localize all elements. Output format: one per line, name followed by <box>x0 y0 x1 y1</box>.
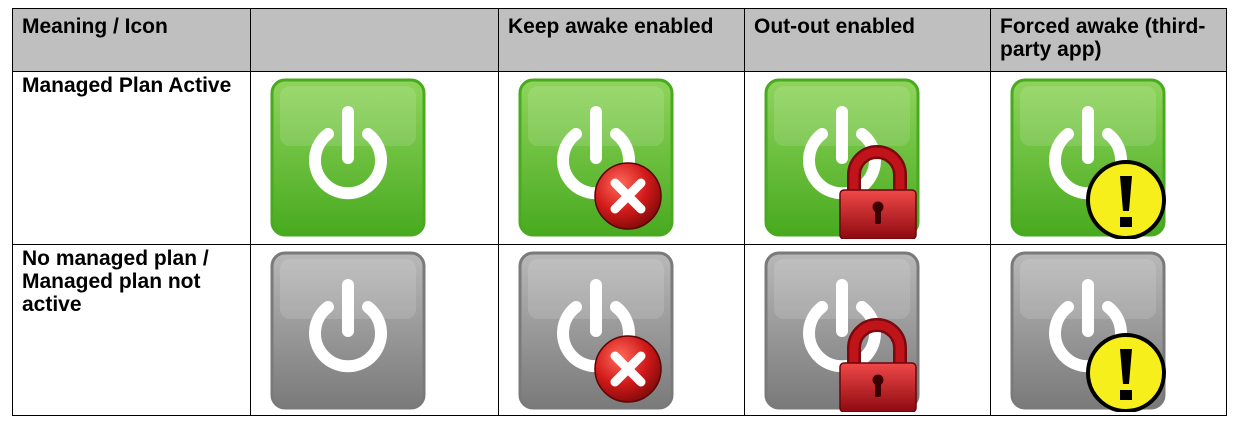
power-grey-lock-icon <box>764 251 920 412</box>
icon-cell <box>498 71 745 245</box>
legend-table: Meaning / Icon Keep awake enabled Out-ou… <box>12 8 1227 416</box>
icon-cell <box>990 71 1227 245</box>
header-blank <box>251 9 498 15</box>
row-label-managed-active: Managed Plan Active <box>22 74 232 97</box>
icon-cell <box>250 244 499 416</box>
icon-cell <box>250 71 499 245</box>
row-label-cell: Managed Plan Active <box>12 71 251 245</box>
icon-cell <box>990 244 1227 416</box>
header-forced-awake: Forced awake (third-party app) <box>1000 15 1206 61</box>
table-row-managed-active: Managed Plan Active <box>12 71 1227 245</box>
header-keep-awake: Keep awake enabled <box>508 15 714 38</box>
header-cell <box>250 8 499 72</box>
icon-cell <box>744 244 991 416</box>
header-row: Meaning / Icon Keep awake enabled Out-ou… <box>12 8 1227 72</box>
power-grey-icon <box>270 251 426 410</box>
header-cell: Keep awake enabled <box>498 8 745 72</box>
row-label-not-managed: No managed plan / Managed plan not activ… <box>22 247 209 316</box>
power-green-error-icon <box>518 78 674 237</box>
header-cell: Out-out enabled <box>744 8 991 72</box>
row-label-cell: No managed plan / Managed plan not activ… <box>12 244 251 416</box>
power-grey-error-icon <box>518 251 674 410</box>
icon-cell <box>744 71 991 245</box>
header-meaning-icon: Meaning / Icon <box>22 15 168 38</box>
table-row-not-managed: No managed plan / Managed plan not activ… <box>12 244 1227 416</box>
header-opt-out: Out-out enabled <box>754 15 915 38</box>
power-green-lock-icon <box>764 78 920 239</box>
header-cell: Forced awake (third-party app) <box>990 8 1227 72</box>
power-green-warning-icon <box>1010 78 1166 239</box>
icon-cell <box>498 244 745 416</box>
power-grey-warning-icon <box>1010 251 1166 412</box>
power-green-icon <box>270 78 426 237</box>
header-cell: Meaning / Icon <box>12 8 251 72</box>
